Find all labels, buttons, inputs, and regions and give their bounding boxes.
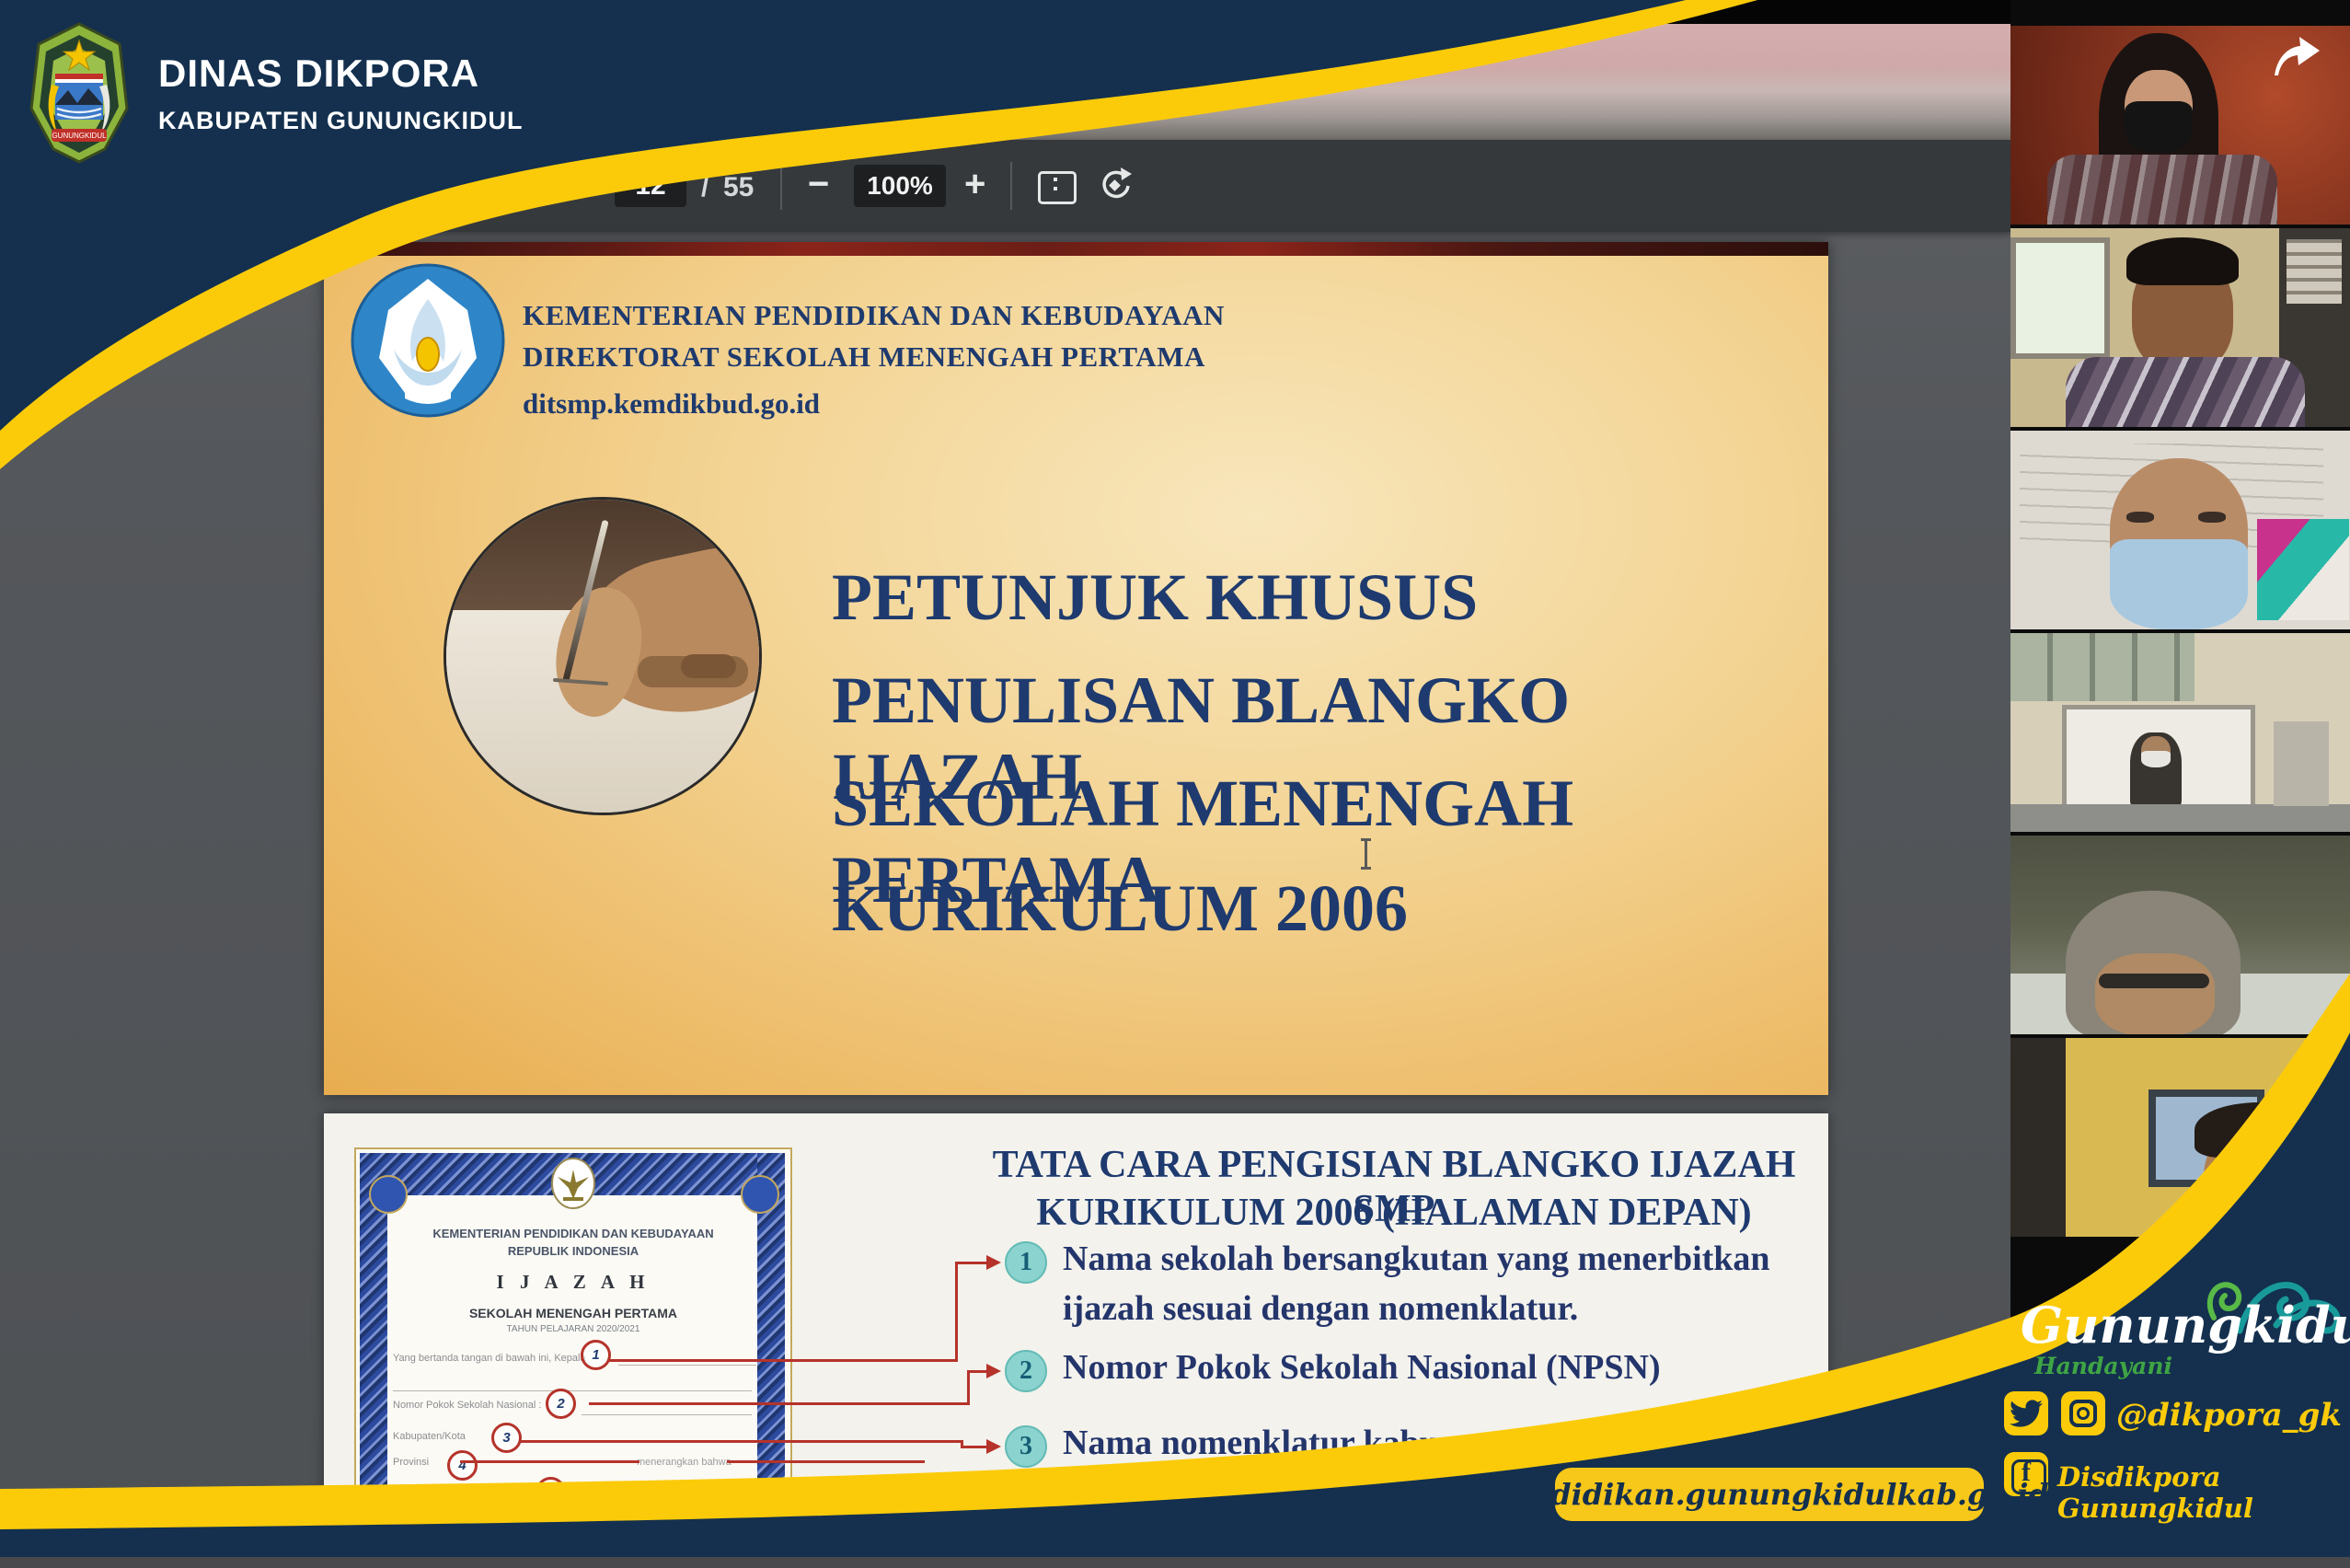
org-region: KABUPATEN GUNUNGKIDUL: [158, 107, 523, 135]
top-swoosh-graphic: [0, 0, 2350, 1568]
video-call-frame: 12 / 55 − 100% + KEMENTERIA: [0, 0, 2350, 1568]
svg-text:GUNUNGKIDUL: GUNUNGKIDUL: [52, 132, 107, 140]
org-header: GUNUNGKIDUL DINAS DIKPORA KABUPATEN GUNU…: [0, 0, 644, 202]
org-name: DINAS DIKPORA: [158, 52, 479, 96]
window-bottom-edge: [0, 1557, 2350, 1568]
gunungkidul-coat-of-arms-icon: GUNUNGKIDUL: [24, 20, 134, 166]
